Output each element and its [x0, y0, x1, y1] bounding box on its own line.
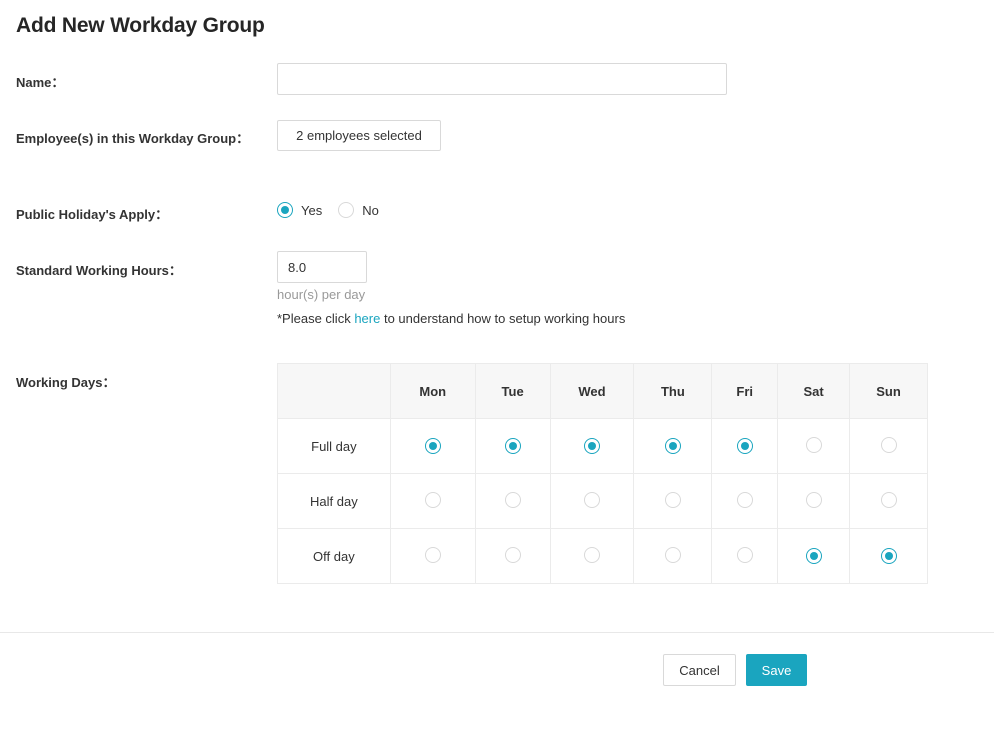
day-cell-full-day-sat: [777, 418, 851, 474]
radio-half-day-mon[interactable]: [424, 491, 441, 508]
row-label-half-day: Half day: [277, 473, 391, 529]
header-corner-cell: [277, 363, 391, 419]
working-days-row-off-day: Off day: [277, 528, 928, 584]
radio-off-day-thu[interactable]: [664, 546, 681, 563]
public-holiday-label: Public Holiday's Apply：: [16, 207, 169, 222]
radio-off-day-fri[interactable]: [736, 546, 753, 563]
hours-help-suffix: to understand how to setup working hours: [380, 311, 626, 326]
radio-full-day-sun[interactable]: [880, 436, 897, 453]
radio-half-day-fri[interactable]: [736, 491, 753, 508]
day-cell-half-day-fri: [711, 473, 779, 529]
radio-off-day-tue[interactable]: [504, 546, 521, 563]
employees-label: Employee(s) in this Workday Group：: [16, 131, 250, 146]
day-cell-half-day-thu: [633, 473, 713, 529]
radio-off-day-mon[interactable]: [424, 546, 441, 563]
day-header-wed: Wed: [549, 363, 635, 419]
public-holiday-no-radio[interactable]: [338, 202, 355, 218]
day-cell-off-day-fri: [711, 528, 779, 584]
hours-unit-hint: hour(s) per day: [277, 287, 366, 302]
day-cell-full-day-sun: [849, 418, 928, 474]
radio-half-day-thu[interactable]: [664, 491, 681, 508]
day-cell-half-day-wed: [549, 473, 635, 529]
employees-select-button[interactable]: 2 employees selected: [277, 120, 441, 151]
day-cell-off-day-thu: [633, 528, 713, 584]
hours-help-link[interactable]: here: [354, 311, 380, 326]
public-holiday-yes-label: Yes: [301, 202, 323, 218]
hours-help-prefix: *Please click: [277, 311, 355, 326]
public-holiday-radio-group: Yes No: [277, 202, 395, 218]
radio-full-day-fri[interactable]: [736, 438, 753, 454]
working-days-row-half-day: Half day: [277, 473, 928, 529]
radio-full-day-thu[interactable]: [664, 438, 681, 454]
working-days-label: Working Days：: [16, 375, 116, 390]
public-holiday-yes-option[interactable]: Yes: [277, 202, 322, 218]
day-cell-full-day-tue: [474, 418, 551, 474]
day-header-sun: Sun: [849, 363, 928, 419]
public-holiday-no-label: No: [362, 202, 379, 218]
day-cell-off-day-mon: [389, 528, 476, 584]
public-holiday-no-option[interactable]: No: [338, 202, 379, 218]
name-input[interactable]: [277, 63, 727, 95]
public-holiday-yes-radio[interactable]: [277, 202, 293, 218]
radio-half-day-sun[interactable]: [880, 491, 897, 508]
day-cell-full-day-fri: [711, 418, 779, 474]
day-cell-off-day-sun: [849, 528, 928, 584]
working-days-table: Mon Tue Wed Thu Fri Sat Sun Full day Half…: [277, 363, 928, 584]
page-title: Add New Workday Group: [16, 14, 265, 37]
day-cell-full-day-wed: [549, 418, 635, 474]
footer-divider: [0, 632, 994, 633]
radio-half-day-tue[interactable]: [504, 491, 521, 508]
radio-off-day-wed[interactable]: [583, 546, 600, 563]
day-cell-full-day-mon: [389, 418, 476, 474]
radio-off-day-sat[interactable]: [805, 548, 822, 564]
working-days-header-row: Mon Tue Wed Thu Fri Sat Sun: [277, 363, 928, 419]
day-cell-half-day-mon: [389, 473, 476, 529]
row-label-off-day: Off day: [277, 528, 391, 584]
name-label: Name：: [16, 75, 65, 90]
radio-half-day-sat[interactable]: [805, 491, 822, 508]
day-cell-half-day-sat: [777, 473, 851, 529]
day-cell-off-day-sat: [777, 528, 851, 584]
row-label-full-day: Full day: [277, 418, 391, 474]
day-cell-half-day-sun: [849, 473, 928, 529]
radio-full-day-sat[interactable]: [805, 436, 822, 453]
day-header-mon: Mon: [389, 363, 476, 419]
radio-half-day-wed[interactable]: [583, 491, 600, 508]
cancel-button[interactable]: Cancel: [663, 654, 736, 686]
hours-help-note: *Please click here to understand how to …: [277, 311, 625, 326]
radio-full-day-mon[interactable]: [424, 438, 441, 454]
standard-hours-input[interactable]: [277, 251, 367, 283]
day-cell-off-day-wed: [549, 528, 635, 584]
save-button[interactable]: Save: [746, 654, 807, 686]
working-days-row-full-day: Full day: [277, 418, 928, 474]
day-cell-off-day-tue: [474, 528, 551, 584]
day-cell-full-day-thu: [633, 418, 713, 474]
day-cell-half-day-tue: [474, 473, 551, 529]
day-header-tue: Tue: [474, 363, 551, 419]
day-header-sat: Sat: [777, 363, 851, 419]
radio-off-day-sun[interactable]: [880, 548, 897, 564]
day-header-thu: Thu: [633, 363, 713, 419]
radio-full-day-tue[interactable]: [504, 438, 521, 454]
standard-hours-label: Standard Working Hours：: [16, 263, 182, 278]
radio-full-day-wed[interactable]: [583, 438, 600, 454]
day-header-fri: Fri: [711, 363, 779, 419]
